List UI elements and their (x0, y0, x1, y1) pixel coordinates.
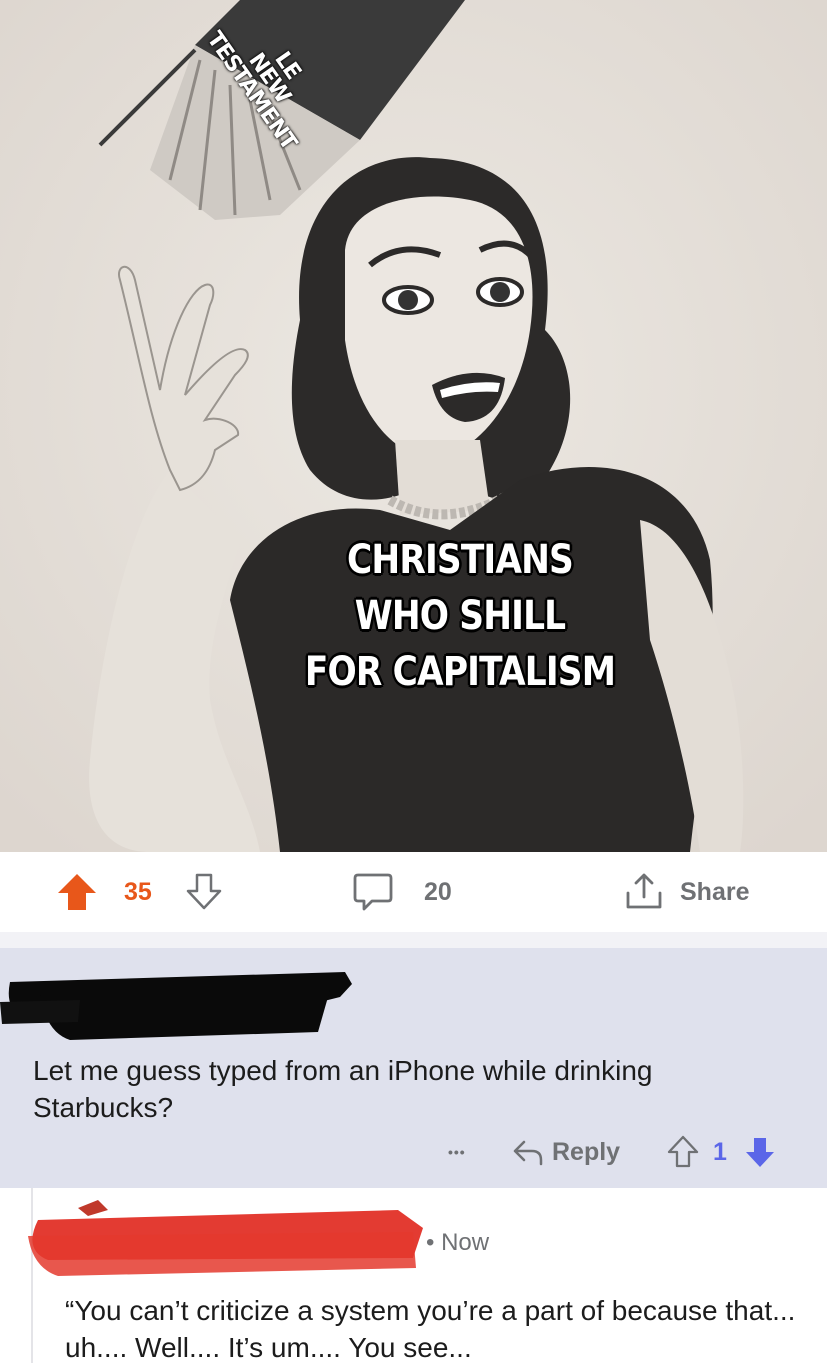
caption-line: FOR CAPITALISM (304, 649, 616, 695)
upvote-arrow-icon (58, 874, 96, 910)
reply-timestamp: • Now (426, 1229, 490, 1256)
comment-upvote-button[interactable] (667, 1130, 699, 1174)
share-icon (626, 873, 662, 909)
meme-caption: CHRISTIANS WHO SHILL FOR CAPITALISM (271, 532, 649, 700)
downvote-filled-icon (746, 1138, 774, 1167)
reply-label: Reply (552, 1137, 621, 1166)
caption-line: CHRISTIANS (347, 537, 574, 583)
post-image[interactable]: LE NEW TESTAMENT CHRISTIANS WHO SHILL FO… (0, 0, 827, 852)
comment-body: Let me guess typed from an iPhone while … (33, 1055, 653, 1123)
comment-downvote-button[interactable] (744, 1130, 776, 1174)
comment-bubble-icon (353, 873, 393, 911)
upvote-outline-icon (667, 1135, 699, 1168)
share-button[interactable]: Share (624, 852, 749, 932)
post-action-bar: 35 20 Share (0, 852, 827, 932)
comment-more-button[interactable]: ••• (448, 1130, 466, 1174)
downvote-button[interactable] (185, 852, 223, 932)
more-options-icon: ••• (448, 1144, 466, 1160)
meme-illustration (0, 0, 827, 852)
redacted-reply-username-scribble (28, 1200, 423, 1276)
upvote-count: 35 (124, 877, 152, 906)
share-label: Share (680, 877, 750, 906)
redacted-username-scribble (0, 972, 352, 1040)
comment-vote-count: 1 (713, 1137, 727, 1166)
caption-line: WHO SHILL (354, 593, 566, 639)
reply-arrow-icon (513, 1140, 543, 1166)
reply-button[interactable]: Reply (512, 1130, 620, 1174)
comments-button[interactable]: 20 (352, 852, 452, 932)
upvote-button[interactable] (56, 852, 98, 932)
section-divider (0, 932, 827, 948)
comment-count: 20 (424, 877, 452, 906)
reply-body: “You can’t criticize a system you’re a p… (65, 1295, 796, 1363)
downvote-arrow-icon (186, 873, 222, 910)
